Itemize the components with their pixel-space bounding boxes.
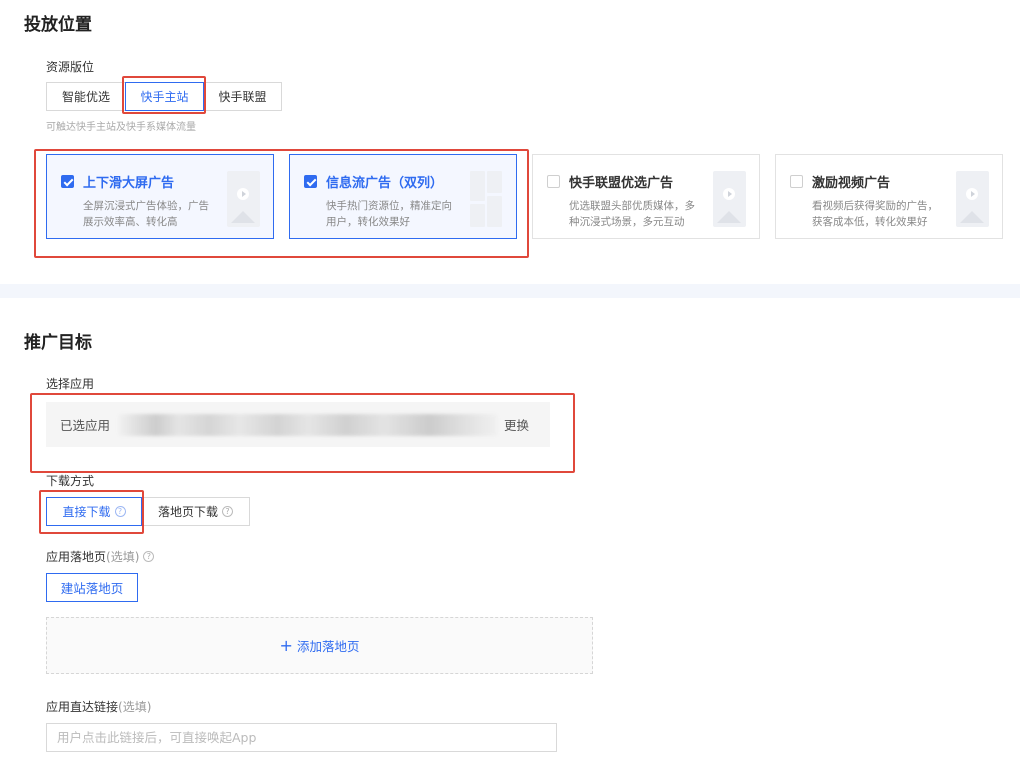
ad-card-feed-double-column[interactable]: 信息流广告（双列） 快手热门资源位，精准定向用户，转化效果好 <box>289 154 517 239</box>
help-icon[interactable]: ? <box>114 506 126 517</box>
card-description: 快手热门资源位，精准定向用户，转化效果好 <box>326 200 452 228</box>
video-preview-icon <box>227 171 260 227</box>
checkbox[interactable] <box>547 175 560 188</box>
tab-label: 快手联盟 <box>218 90 267 104</box>
card-title: 快手联盟优选广告 <box>569 176 674 191</box>
card-title: 激励视频广告 <box>812 176 891 191</box>
select-app-label: 选择应用 <box>46 377 95 391</box>
ad-card-vertical-fullscreen[interactable]: 上下滑大屏广告 全屏沉浸式广告体验，广告展示效率高、转化高 <box>46 154 274 239</box>
change-app-link[interactable]: 更换 <box>504 415 529 434</box>
placement-hint: 可触达快手主站及快手系媒体流量 <box>46 122 196 133</box>
card-description: 优选联盟头部优质媒体，多种沉浸式场景，多元互动 <box>569 200 695 228</box>
video-preview-icon <box>713 171 746 227</box>
checkbox[interactable] <box>304 175 317 188</box>
option-label: 落地页下载 <box>157 505 218 519</box>
card-description: 全屏沉浸式广告体验，广告展示效率高、转化高 <box>83 200 209 228</box>
help-icon[interactable]: ? <box>143 551 155 562</box>
tab-label: 智能优选 <box>61 90 110 104</box>
optional-tag: (选填) <box>118 700 152 714</box>
selected-app-box: 已选应用 更换 <box>46 402 550 447</box>
download-landing-option[interactable]: 落地页下载 ? <box>141 497 250 526</box>
landing-page-label-row: 应用落地页 (选填) ? <box>46 548 155 565</box>
resource-position-label: 资源版位 <box>46 60 95 74</box>
deeplink-label-row: 应用直达链接(选填) <box>46 698 151 715</box>
double-column-preview-icon <box>470 171 503 227</box>
ad-card-rewarded-video[interactable]: 激励视频广告 看视频后获得奖励的广告，获客成本低，转化效果好 <box>775 154 1003 239</box>
video-preview-icon <box>956 171 989 227</box>
deeplink-label: 应用直达链接 <box>46 700 119 714</box>
help-icon[interactable]: ? <box>222 506 233 517</box>
optional-tag: (选填) <box>106 550 140 564</box>
checkbox[interactable] <box>790 175 803 188</box>
tab-kuaishou-main[interactable]: 快手主站 <box>125 82 204 111</box>
ad-card-union-select[interactable]: 快手联盟优选广告 优选联盟头部优质媒体，多种沉浸式场景，多元互动 <box>532 154 760 239</box>
card-title: 信息流广告（双列） <box>326 176 444 191</box>
build-landing-page-button[interactable]: 建站落地页 <box>46 573 138 602</box>
deeplink-input[interactable] <box>46 723 557 752</box>
add-landing-page-area[interactable]: + 添加落地页 <box>46 617 593 674</box>
card-description: 看视频后获得奖励的广告，获客成本低，转化效果好 <box>812 200 938 228</box>
landing-page-label: 应用落地页 <box>46 550 107 564</box>
selected-app-prefix: 已选应用 <box>60 418 111 433</box>
tab-smart-select[interactable]: 智能优选 <box>46 82 126 111</box>
add-landing-page-label: 添加落地页 <box>296 639 360 654</box>
download-method-label: 下载方式 <box>46 474 95 488</box>
option-label: 直接下载 <box>62 505 111 519</box>
placement-section-title: 投放位置 <box>24 15 92 35</box>
download-direct-option[interactable]: 直接下载 ? <box>46 497 142 526</box>
card-title: 上下滑大屏广告 <box>83 176 175 191</box>
plus-icon: + <box>279 635 293 655</box>
promotion-section-title: 推广目标 <box>24 333 92 353</box>
section-divider <box>0 284 1020 298</box>
checkbox[interactable] <box>61 175 74 188</box>
tab-kuaishou-union[interactable]: 快手联盟 <box>203 82 282 111</box>
app-name-redacted <box>118 413 499 436</box>
tab-label: 快手主站 <box>140 90 189 104</box>
